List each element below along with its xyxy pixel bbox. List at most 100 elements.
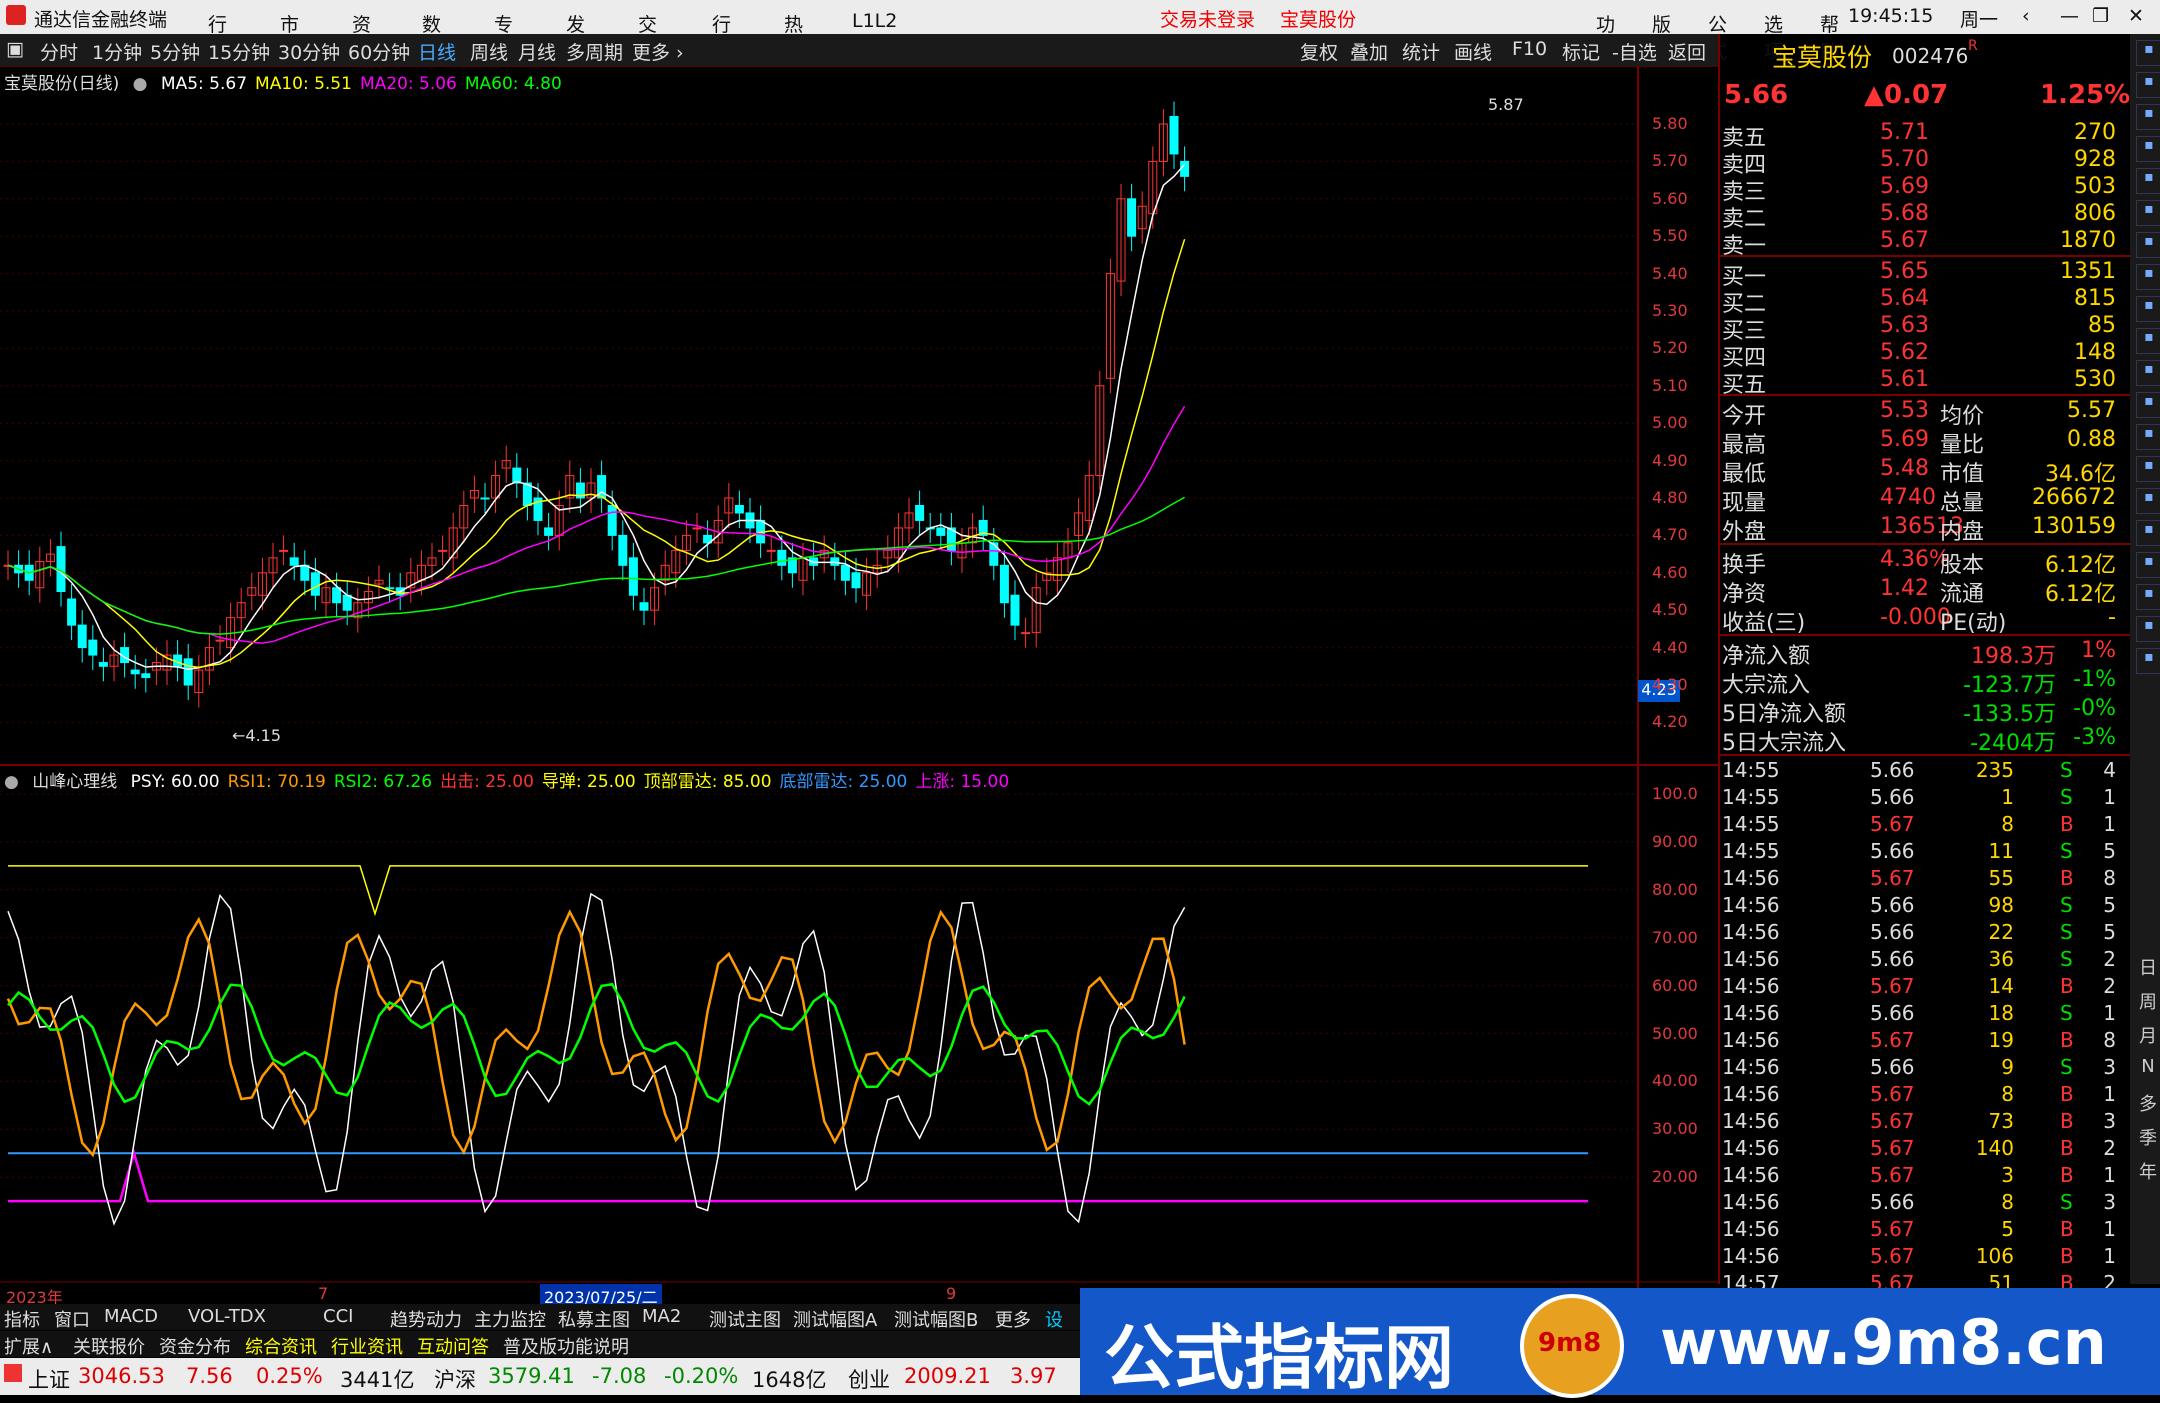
osc-line (6, 909, 1186, 1158)
osc-tick: 80.00 (1652, 879, 1698, 899)
side-tool-icon[interactable]: ▪ (2136, 232, 2160, 258)
side-tool-icon[interactable]: ▪ (2136, 104, 2160, 130)
sh-label[interactable]: 上证 (28, 1364, 70, 1394)
period-tab-4[interactable]: 30分钟 (278, 38, 340, 65)
indicator-tab-10[interactable]: 测试幅图A (793, 1306, 877, 1332)
indicator-tab-1[interactable]: 窗口 (54, 1306, 90, 1332)
restore-icon[interactable]: ❐ (2092, 5, 2109, 27)
sub-param-3: 出击: 25.00 (440, 772, 534, 792)
sub-param-1: RSI1: 70.19 (227, 772, 326, 792)
stock-tab[interactable]: 宝莫股份 (1280, 5, 1356, 32)
weekday: 周一 (1960, 9, 1999, 31)
side-tool-icon[interactable]: ▪ (2136, 136, 2160, 162)
period-tab-2[interactable]: 5分钟 (150, 38, 200, 65)
login-status[interactable]: 交易未登录 (1160, 5, 1255, 32)
period-side-4[interactable]: 多 (2136, 1090, 2160, 1115)
indicator-tab-3[interactable]: VOL-TDX (188, 1306, 266, 1327)
collapse-icon[interactable]: ● (4, 772, 19, 792)
menu-9[interactable]: L1L2 (852, 10, 897, 32)
period-tab-1[interactable]: 1分钟 (92, 38, 142, 65)
indicator-tab-2[interactable]: MACD (104, 1306, 158, 1327)
close-icon[interactable]: ✕ (2128, 5, 2144, 27)
info-tab-4[interactable]: 行业资讯 (331, 1333, 403, 1359)
cy-index: 2009.21 (904, 1364, 991, 1388)
indicator-tab-6[interactable]: 主力监控 (474, 1306, 546, 1332)
candle (130, 669, 140, 675)
indicator-tab-9[interactable]: 测试主图 (709, 1306, 781, 1332)
side-tool-icon[interactable]: ▪ (2136, 488, 2160, 514)
tool-button-0[interactable]: 复权 (1300, 38, 1338, 65)
side-tool-icon[interactable]: ▪ (2136, 264, 2160, 290)
info-tab-0[interactable]: 扩展∧ (4, 1333, 53, 1359)
side-tool-icon[interactable]: ▪ (2136, 168, 2160, 194)
sub-param-5: 顶部雷达: 85.00 (643, 772, 772, 792)
period-tab-6[interactable]: 日线 (418, 38, 456, 65)
period-tab-9[interactable]: 多周期 (566, 38, 623, 65)
period-side-6[interactable]: 年 (2136, 1158, 2160, 1183)
period-tab-3[interactable]: 15分钟 (208, 38, 270, 65)
candle (310, 572, 320, 596)
window-icon[interactable]: ▣ (6, 38, 24, 60)
side-tool-icon[interactable]: ▪ (2136, 328, 2160, 354)
side-tool-icon[interactable]: ▪ (2136, 552, 2160, 578)
side-tool-icon[interactable]: ▪ (2136, 616, 2160, 642)
side-tool-icon[interactable]: ▪ (2136, 648, 2160, 674)
indicator-tab-12[interactable]: 更多 (995, 1306, 1031, 1332)
side-tool-icon[interactable]: ▪ (2136, 360, 2160, 386)
side-tool-icon[interactable]: ▪ (2136, 584, 2160, 610)
side-tool-icon[interactable]: ▪ (2136, 456, 2160, 482)
period-tab-0[interactable]: 分时 (40, 38, 78, 65)
osc-tick: 40.00 (1652, 1071, 1698, 1091)
info-tab-2[interactable]: 资金分布 (159, 1333, 231, 1359)
tool-button-5[interactable]: 标记 (1562, 38, 1600, 65)
side-tool-icon[interactable]: ▪ (2136, 72, 2160, 98)
hs-label[interactable]: 沪深 (434, 1364, 476, 1394)
side-tool-icon[interactable]: ▪ (2136, 392, 2160, 418)
tick-row: 14:56 5.67 8 B 1 (1722, 1082, 2116, 1106)
info-tab-1[interactable]: 关联报价 (73, 1333, 145, 1359)
period-side-3[interactable]: N (2136, 1056, 2160, 1080)
period-side-2[interactable]: 月 (2136, 1022, 2160, 1047)
candle (628, 557, 638, 596)
indicator-tab-4[interactable]: CCI (323, 1306, 353, 1327)
cy-label[interactable]: 创业 (848, 1364, 890, 1394)
kline-chart[interactable] (0, 66, 1718, 1288)
candle (289, 557, 299, 566)
info-tab-6[interactable]: 普及版功能说明 (503, 1333, 629, 1359)
info-tab-3[interactable]: 综合资讯 (245, 1333, 317, 1359)
side-tool-icon[interactable]: ▪ (2136, 40, 2160, 66)
tool-button-1[interactable]: 叠加 (1350, 38, 1388, 65)
period-tab-10[interactable]: 更多 › (632, 38, 684, 65)
side-tool-icon[interactable]: ▪ (2136, 200, 2160, 226)
tool-button-3[interactable]: 画线 (1454, 38, 1492, 65)
tick-row: 14:56 5.67 14 B 2 (1722, 974, 2116, 998)
tick-row: 14:56 5.67 19 B 8 (1722, 1028, 2116, 1052)
candle (851, 572, 861, 589)
period-tab-8[interactable]: 月线 (518, 38, 556, 65)
tool-button-4[interactable]: F10 (1512, 38, 1547, 60)
side-tool-icon[interactable]: ▪ (2136, 424, 2160, 450)
period-side-5[interactable]: 季 (2136, 1124, 2160, 1149)
indicator-tab-8[interactable]: MA2 (642, 1306, 681, 1327)
back-icon[interactable]: ‹ (2022, 5, 2030, 27)
period-side-0[interactable]: 日 (2136, 954, 2160, 979)
sh-change: 7.56 (186, 1364, 233, 1388)
period-side-1[interactable]: 周 (2136, 988, 2160, 1013)
info-tab-5[interactable]: 互动问答 (417, 1333, 489, 1359)
tool-button-2[interactable]: 统计 (1402, 38, 1440, 65)
ask-row: 卖四 5.70 928 (1722, 147, 2116, 178)
side-tool-icon[interactable]: ▪ (2136, 296, 2160, 322)
candle (438, 549, 448, 552)
side-tool-icon[interactable]: ▪ (2136, 520, 2160, 546)
period-tab-7[interactable]: 周线 (470, 38, 508, 65)
indicator-tab-7[interactable]: 私募主图 (558, 1306, 630, 1332)
minimize-icon[interactable]: — (2060, 5, 2079, 27)
tool-button-7[interactable]: 返回 (1668, 38, 1706, 65)
candle (915, 504, 925, 521)
tool-button-6[interactable]: -自选 (1612, 38, 1657, 65)
indicator-tab-0[interactable]: 指标 (4, 1306, 40, 1332)
indicator-tab-11[interactable]: 测试幅图B (894, 1306, 978, 1332)
period-tab-5[interactable]: 60分钟 (348, 38, 410, 65)
indicator-tab-5[interactable]: 趋势动力 (390, 1306, 462, 1332)
candle (618, 534, 628, 566)
